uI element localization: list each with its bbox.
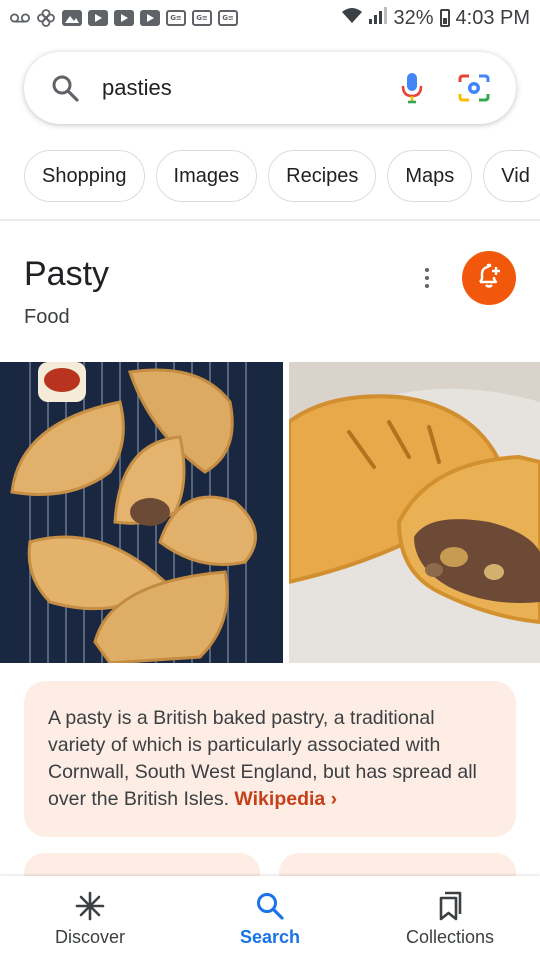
divider (0, 219, 540, 221)
wikipedia-link[interactable]: Wikipedia › (234, 788, 337, 810)
bookmark-stack-icon (433, 889, 467, 923)
youtube-icon (88, 10, 108, 26)
nav-label: Search (239, 926, 301, 947)
description-card: A pasty is a British baked pastry, a tra… (24, 681, 516, 837)
mic-icon[interactable] (392, 68, 432, 108)
wifi-icon (341, 6, 363, 30)
nav-label: Discover (54, 926, 125, 947)
notification-icons: G≡ G≡ G≡ (10, 9, 238, 27)
battery-percent: 32% (393, 6, 434, 29)
search-icon[interactable] (50, 73, 80, 103)
battery-icon (439, 9, 450, 27)
system-indicators: 32% 4:03 PM (341, 6, 530, 30)
search-input[interactable]: pasties (102, 75, 392, 101)
chip-recipes[interactable]: Recipes (268, 150, 377, 202)
bottom-navigation: Discover Search Collections (0, 876, 540, 960)
pasty-image-cut[interactable] (289, 362, 540, 663)
chip-maps[interactable]: Maps (387, 150, 473, 202)
chip-shopping[interactable]: Shopping (24, 150, 145, 202)
search-filter-chips: Shopping Images Recipes Maps Vid (24, 150, 540, 202)
bell-plus-icon (475, 262, 503, 295)
translate-icon: G≡ (192, 10, 212, 26)
follow-button[interactable] (462, 251, 516, 305)
chip-images[interactable]: Images (155, 150, 258, 202)
chip-videos[interactable]: Vid (483, 150, 540, 202)
nav-search[interactable]: Search (180, 876, 360, 960)
youtube-icon (140, 10, 160, 26)
lens-icon[interactable] (454, 68, 494, 108)
translate-icon: G≡ (218, 10, 238, 26)
search-icon (253, 889, 287, 923)
status-bar: G≡ G≡ G≡ 32% 4:03 PM (0, 0, 540, 36)
clock: 4:03 PM (455, 6, 530, 29)
youtube-icon (114, 10, 134, 26)
pasty-image-rack[interactable] (0, 362, 283, 663)
translate-icon: G≡ (166, 10, 186, 26)
nav-discover[interactable]: Discover (0, 876, 180, 960)
nav-label: Collections (405, 926, 495, 947)
page-title: Pasty (24, 255, 110, 293)
more-vert-icon[interactable] (414, 264, 440, 292)
pinwheel-icon (36, 9, 56, 27)
voicemail-icon (10, 9, 30, 27)
entity-type: Food (24, 306, 70, 328)
gallery-icon (62, 10, 82, 26)
asterisk-icon (73, 889, 107, 923)
nav-collections[interactable]: Collections (360, 876, 540, 960)
search-bar[interactable]: pasties (24, 52, 516, 124)
signal-icon (369, 6, 388, 30)
